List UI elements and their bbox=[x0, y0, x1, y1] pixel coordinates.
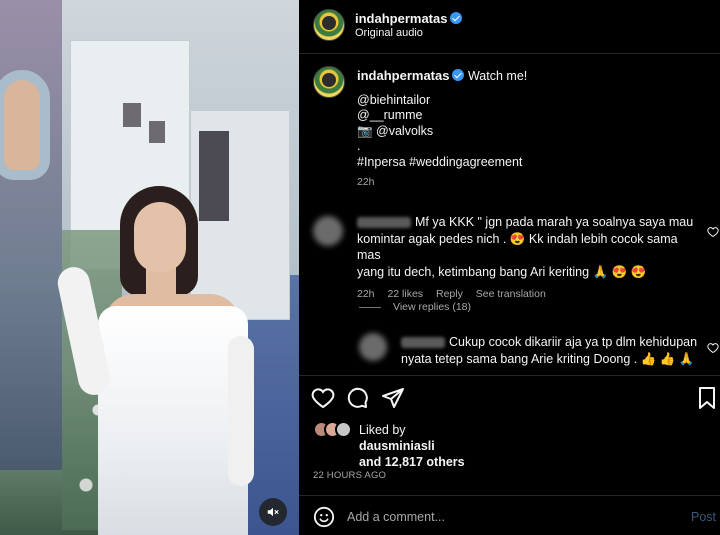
caption-dot: . bbox=[357, 139, 361, 153]
comment-icon[interactable] bbox=[345, 386, 369, 410]
post-timestamp[interactable]: 22 HOURS AGO bbox=[313, 470, 386, 481]
reply-text: Cukup cocok dikariir aja ya tp dlm kehid… bbox=[449, 335, 698, 349]
comment-input[interactable] bbox=[347, 506, 647, 528]
reply-username[interactable] bbox=[401, 337, 445, 349]
avatar[interactable] bbox=[313, 9, 345, 41]
header-username[interactable]: indahpermatas bbox=[355, 11, 447, 26]
reply-comment: Cukup cocok dikariir aja ya tp dlm kehid… bbox=[401, 334, 701, 367]
media-poster bbox=[0, 0, 62, 470]
caption-username[interactable]: indahpermatas bbox=[357, 68, 449, 83]
caption-mention[interactable]: @__rumme bbox=[357, 108, 697, 124]
comment-username[interactable] bbox=[357, 217, 411, 229]
reply-text: nyata tetep sama bang Arie kriting Doong… bbox=[401, 351, 695, 366]
add-comment-bar: Post bbox=[299, 495, 720, 535]
comment-avatar[interactable] bbox=[313, 216, 343, 246]
mute-icon bbox=[267, 507, 279, 517]
heart-icon[interactable] bbox=[311, 386, 335, 410]
see-translation-button[interactable]: See translation bbox=[476, 288, 546, 300]
caption-mention[interactable]: @biehintailor bbox=[357, 93, 697, 109]
caption-hashtags[interactable]: #Inpersa #weddingagreement bbox=[357, 155, 697, 171]
caption-avatar[interactable] bbox=[313, 66, 345, 98]
caption-text: Watch me! bbox=[467, 69, 528, 83]
post-header: indahpermatas Original audio bbox=[299, 0, 720, 54]
caption-time[interactable]: 22h bbox=[357, 175, 697, 191]
comment-reply-button[interactable]: Reply bbox=[436, 288, 463, 300]
reply-like-heart-icon[interactable] bbox=[707, 342, 719, 354]
media-person bbox=[54, 186, 268, 535]
post-side-panel: indahpermatas Original audio indahpermat… bbox=[299, 0, 720, 535]
verified-icon bbox=[450, 12, 463, 24]
view-replies-button[interactable]: View replies (18) bbox=[359, 301, 471, 313]
comment-text: komintar agak pedes nich . 😍 Kk indah le… bbox=[357, 231, 678, 263]
liked-by-prefix: Liked by bbox=[359, 423, 406, 437]
bookmark-icon[interactable] bbox=[695, 386, 719, 410]
comment-text: Mf ya KKK " jgn pada marah ya soalnya sa… bbox=[415, 215, 694, 229]
post-caption: indahpermatas Watch me! @biehintailor @_… bbox=[357, 68, 697, 191]
caption-mention[interactable]: 📷 @valvolks bbox=[357, 124, 697, 140]
comment-likes[interactable]: 22 likes bbox=[387, 288, 423, 300]
post-button[interactable]: Post bbox=[691, 510, 716, 524]
reply-avatar[interactable] bbox=[359, 333, 387, 361]
comment-time[interactable]: 22h bbox=[357, 288, 375, 300]
comment-text: yang itu dech, ketimbang bang Ari keriti… bbox=[357, 264, 647, 279]
view-replies-label: View replies (18) bbox=[393, 301, 472, 313]
audio-link[interactable]: Original audio bbox=[355, 27, 423, 39]
share-icon[interactable] bbox=[381, 386, 405, 410]
liked-by-avatars[interactable] bbox=[313, 421, 357, 441]
verified-icon bbox=[452, 69, 465, 81]
mute-button[interactable] bbox=[259, 498, 287, 526]
emoji-icon[interactable] bbox=[313, 506, 335, 528]
comment-like-heart-icon[interactable] bbox=[707, 226, 719, 238]
post-media[interactable] bbox=[0, 0, 299, 535]
comment: Mf ya KKK " jgn pada marah ya soalnya sa… bbox=[357, 214, 697, 303]
likes-count[interactable]: and 12,817 others bbox=[359, 455, 465, 469]
liked-by: Liked by dausminiasli and 12,817 others bbox=[359, 422, 465, 470]
liked-by-user[interactable]: dausminiasli bbox=[359, 438, 465, 454]
